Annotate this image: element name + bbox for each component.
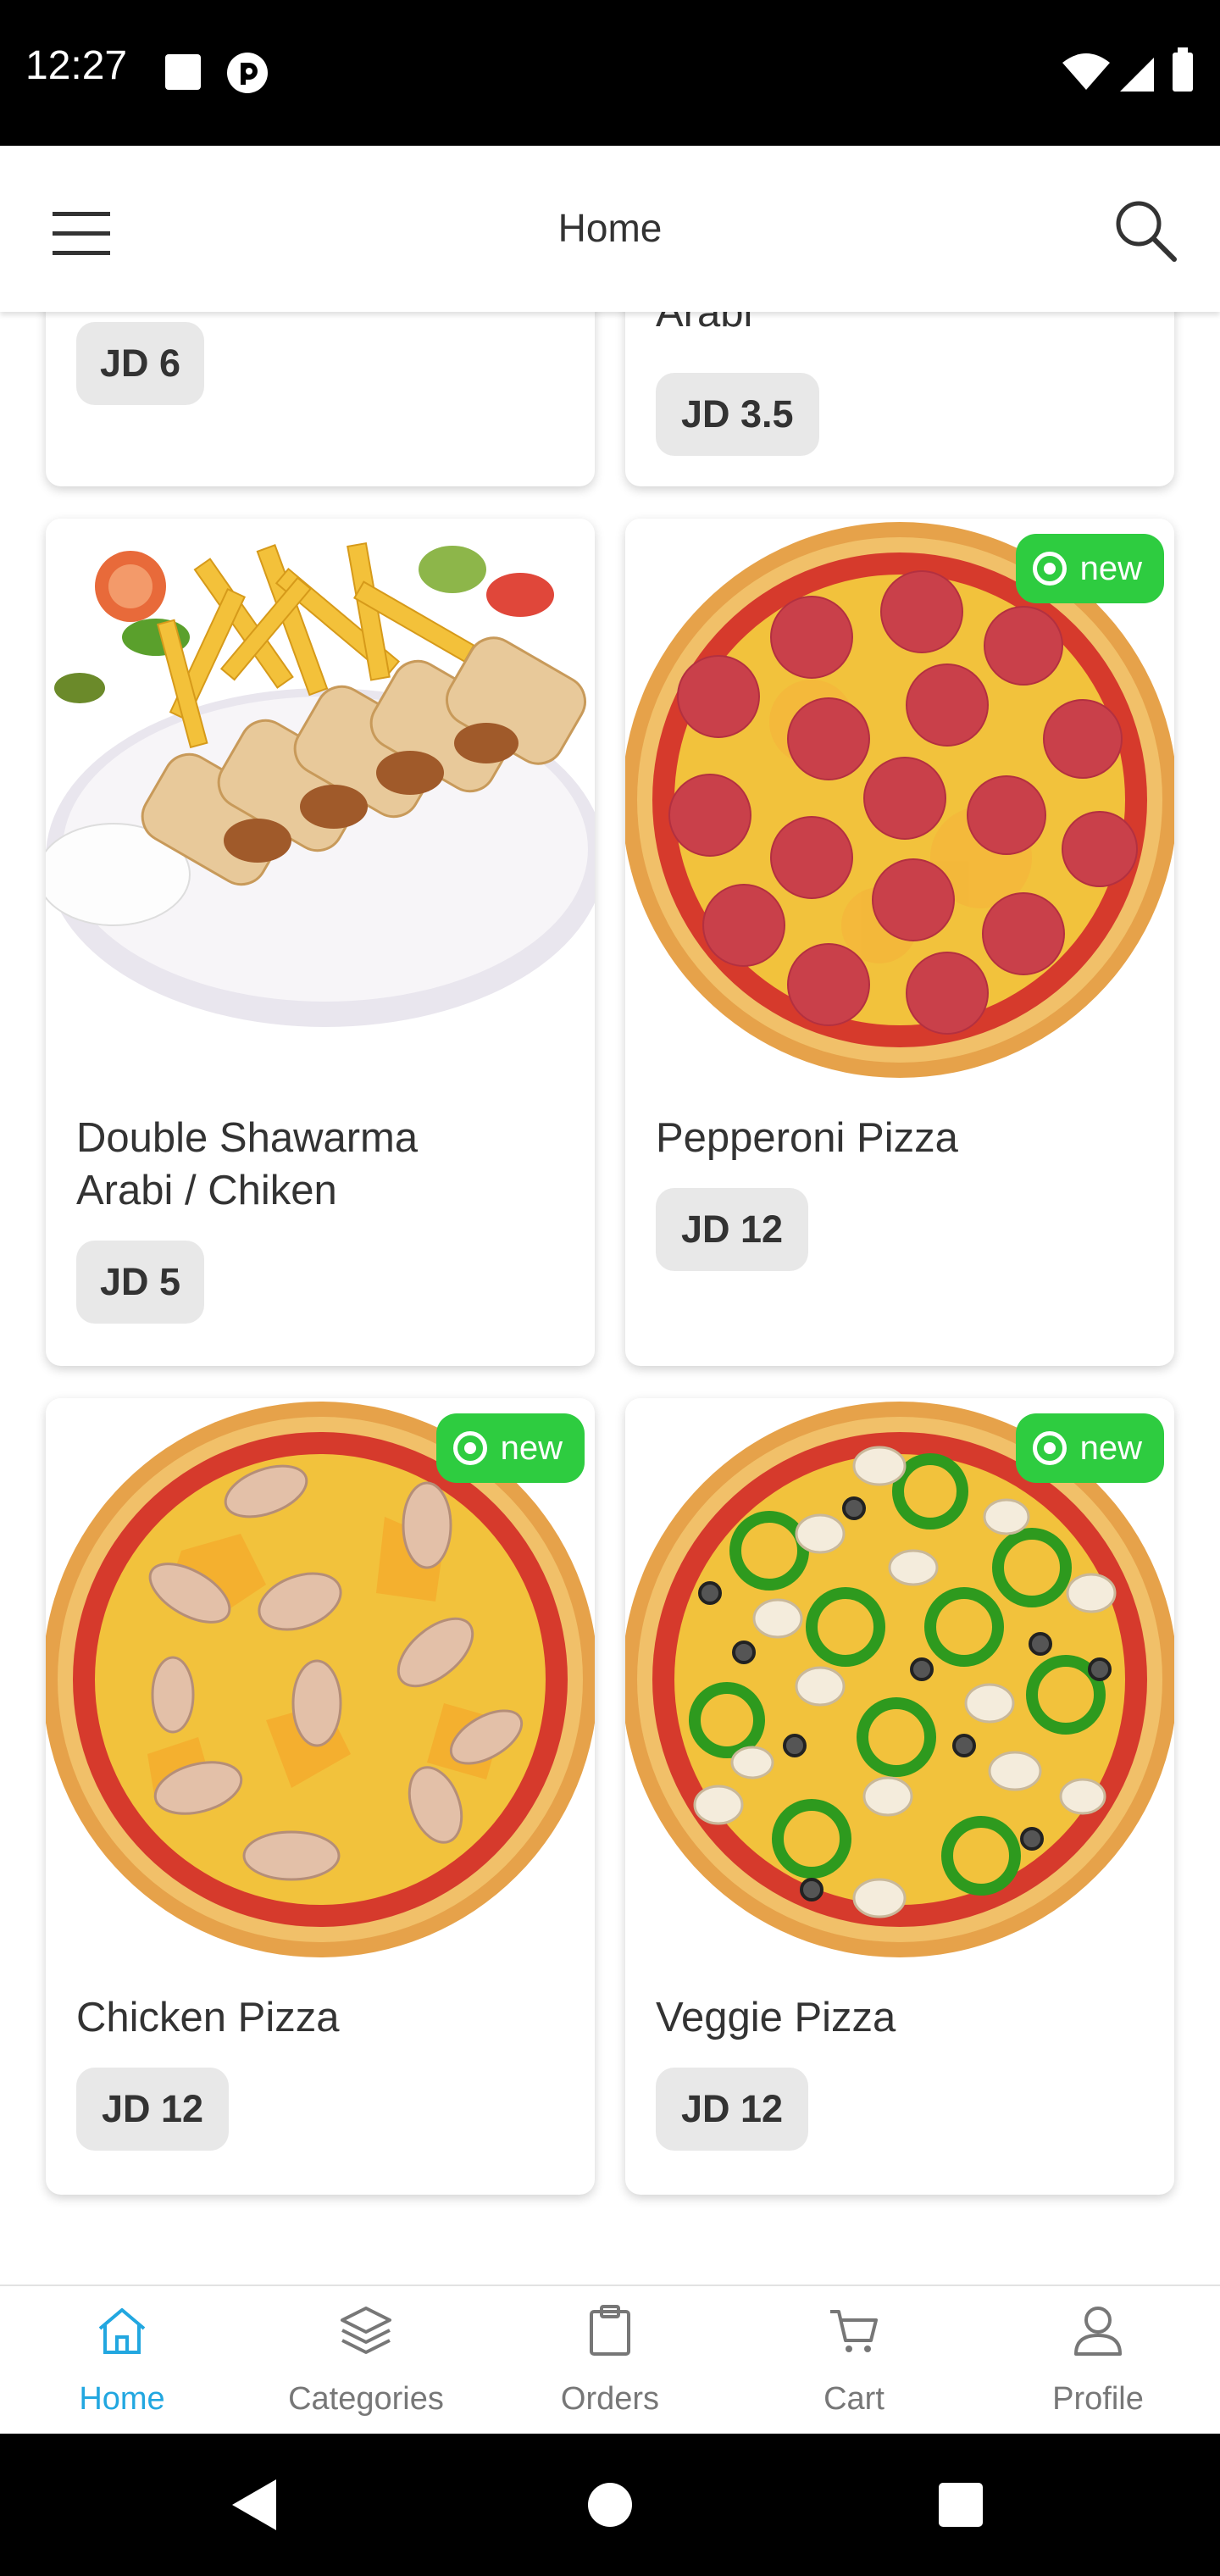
price-tag: JD 12 <box>656 1188 809 1271</box>
price-tag: JD 6 <box>76 322 205 405</box>
new-badge-label: new <box>1079 550 1142 587</box>
product-card[interactable]: new Chicken Pizza JD 12 <box>46 1398 595 2195</box>
app-notification-icon <box>227 53 268 93</box>
nav-label: Cart <box>824 2381 884 2417</box>
nav-item-categories[interactable]: Categories <box>244 2286 488 2435</box>
radio-dot-icon <box>1032 1431 1067 1465</box>
home-circle-icon[interactable] <box>576 2471 644 2539</box>
notification-icon <box>165 54 201 90</box>
nav-label: Home <box>79 2381 165 2417</box>
product-card[interactable]: JD 6 <box>46 312 595 486</box>
system-status-icons <box>1062 47 1193 92</box>
price-tag: JD 12 <box>656 2068 809 2151</box>
product-name: Veggie Pizza <box>656 1995 896 2040</box>
nav-item-profile[interactable]: Profile <box>976 2286 1220 2435</box>
new-badge: new <box>435 1413 585 1483</box>
product-image <box>46 519 595 1082</box>
product-name-line1: Double Shawarma <box>76 1115 419 1161</box>
nav-label: Profile <box>1052 2381 1144 2417</box>
new-badge-label: new <box>1079 1430 1142 1467</box>
app-bar: Home <box>0 146 1220 312</box>
nav-label: Categories <box>288 2381 444 2417</box>
clipboard-icon <box>590 2305 630 2356</box>
radio-dot-icon <box>1032 552 1067 586</box>
product-name: Arabi <box>656 312 753 336</box>
product-name-line2: Arabi / Chiken <box>76 1168 337 1213</box>
price-tag: JD 12 <box>76 2068 230 2151</box>
user-icon <box>1074 2307 1122 2356</box>
recents-icon[interactable] <box>927 2471 995 2539</box>
layers-icon <box>341 2307 391 2354</box>
page-title: Home <box>557 206 663 250</box>
product-name: Chicken Pizza <box>76 1995 340 2040</box>
product-name: Double Shawarma Arabi / Chiken <box>76 1112 418 1217</box>
nav-item-home[interactable]: Home <box>0 2286 244 2435</box>
nav-item-cart[interactable]: Cart <box>732 2286 976 2435</box>
product-card[interactable]: new Pepperoni Pizza JD 12 <box>625 519 1174 1366</box>
price-tag: JD 3.5 <box>656 373 819 456</box>
cart-icon <box>830 2310 878 2352</box>
product-card[interactable]: new Veggie Pizza JD 12 <box>625 1398 1174 2195</box>
status-time: 12:27 <box>25 43 128 88</box>
home-icon <box>98 2308 146 2354</box>
product-grid: JD 6 Arabi JD 3.5 Double Shawarma Arabi … <box>0 312 1220 2285</box>
product-card[interactable]: Double Shawarma Arabi / Chiken JD 5 <box>46 519 595 1366</box>
nav-label: Orders <box>560 2381 660 2417</box>
product-name: Pepperoni Pizza <box>656 1115 958 1161</box>
price-tag: JD 5 <box>76 1241 205 1324</box>
radio-dot-icon <box>452 1431 487 1465</box>
search-icon[interactable] <box>1108 193 1181 266</box>
new-badge: new <box>1015 534 1164 603</box>
nav-item-orders[interactable]: Orders <box>488 2286 732 2435</box>
new-badge: new <box>1015 1413 1164 1483</box>
back-icon[interactable] <box>220 2471 288 2539</box>
bottom-navigation: Home Categories Orders Cart Profile <box>0 2285 1220 2434</box>
product-card[interactable]: Arabi JD 3.5 <box>625 312 1174 486</box>
status-bar: 12:27 <box>0 0 1220 146</box>
system-navigation-bar <box>0 2434 1220 2576</box>
new-badge-label: new <box>500 1430 563 1467</box>
